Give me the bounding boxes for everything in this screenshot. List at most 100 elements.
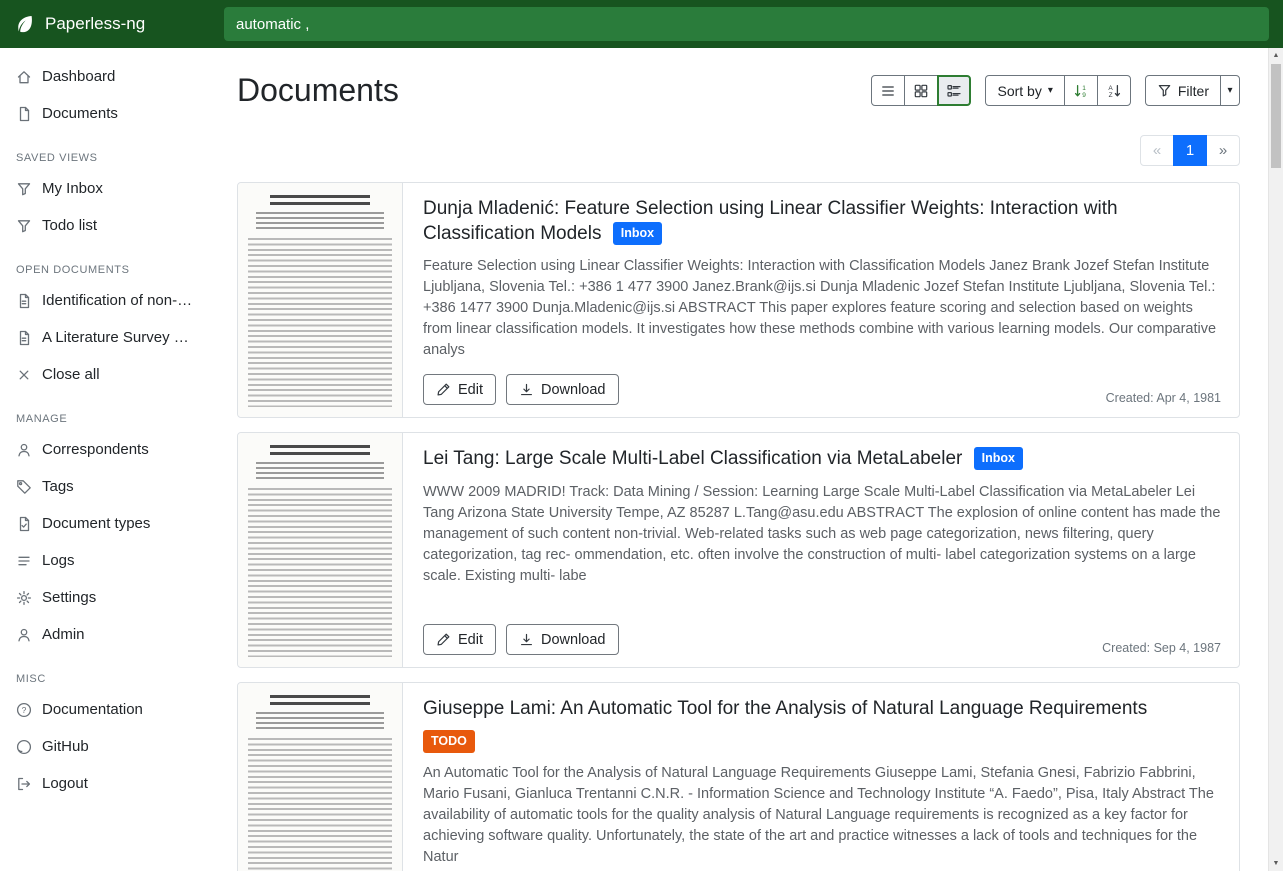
edit-button[interactable]: Edit <box>423 624 496 655</box>
download-button[interactable]: Download <box>506 624 619 655</box>
sidebar-item-open-document-2[interactable]: A Literature Survey on ... <box>0 319 212 356</box>
created-date: Created: Sep 4, 1987 <box>1102 641 1221 655</box>
funnel-icon <box>16 218 32 234</box>
document-title[interactable]: Dunja Mladenić: Feature Selection using … <box>423 197 1221 246</box>
misc-header: MISC <box>0 653 212 691</box>
thumbnail-title-lines <box>270 445 370 456</box>
edit-button[interactable]: Edit <box>423 374 496 405</box>
funnel-icon <box>16 181 32 197</box>
thumbnail-text-lines <box>248 238 392 407</box>
app-window: Paperless-ng Dashboard Documents SAVED V… <box>0 0 1283 871</box>
thumbnail-title-lines <box>270 195 370 206</box>
filter-button[interactable]: Filter <box>1145 75 1221 106</box>
sidebar-item-document-types[interactable]: Document types <box>0 505 212 542</box>
view-mode-toggle <box>871 75 971 106</box>
sort-by-dropdown[interactable]: Sort by ▾ <box>985 75 1064 106</box>
sidebar: Dashboard Documents SAVED VIEWS My Inbox… <box>0 48 212 871</box>
document-card: Giuseppe Lami: An Automatic Tool for the… <box>237 682 1240 871</box>
edit-label: Edit <box>458 632 483 648</box>
document-title-text: Giuseppe Lami: An Automatic Tool for the… <box>423 698 1147 719</box>
logout-icon <box>16 776 32 792</box>
tag-badge-todo[interactable]: TODO <box>423 730 475 753</box>
document-list: Dunja Mladenić: Feature Selection using … <box>237 182 1240 871</box>
sidebar-item-label: Logs <box>42 552 75 569</box>
sidebar-item-label: Admin <box>42 626 85 643</box>
scrollbar-thumb[interactable] <box>1271 64 1281 168</box>
filter-dropdown-toggle[interactable]: ▾ <box>1220 75 1240 106</box>
pencil-icon <box>436 382 451 397</box>
sidebar-item-close-all[interactable]: Close all <box>0 356 212 393</box>
grid-view-button[interactable] <box>904 75 938 106</box>
sidebar-item-label: Todo list <box>42 217 97 234</box>
sidebar-item-my-inbox[interactable]: My Inbox <box>0 170 212 207</box>
sidebar-item-label: My Inbox <box>42 180 103 197</box>
document-title-text: Lei Tang: Large Scale Multi-Label Classi… <box>423 448 962 469</box>
funnel-icon <box>1157 83 1172 98</box>
sidebar-item-logs[interactable]: Logs <box>0 542 212 579</box>
sidebar-item-label: A Literature Survey on ... <box>42 329 196 346</box>
pagination-page-1[interactable]: 1 <box>1173 135 1207 166</box>
document-title[interactable]: Giuseppe Lami: An Automatic Tool for the… <box>423 697 1221 753</box>
document-excerpt: An Automatic Tool for the Analysis of Na… <box>423 763 1221 868</box>
thumbnail-author-lines <box>256 712 384 730</box>
details-view-button[interactable] <box>937 75 971 106</box>
brand[interactable]: Paperless-ng <box>0 0 212 48</box>
sort-descending-button[interactable]: 19 <box>1064 75 1098 106</box>
document-title-text: Dunja Mladenić: Feature Selection using … <box>423 198 1118 244</box>
document-thumbnail[interactable] <box>238 433 403 667</box>
tag-badge-inbox[interactable]: Inbox <box>974 447 1023 470</box>
grid-view-icon <box>913 83 929 99</box>
sidebar-item-tags[interactable]: Tags <box>0 468 212 505</box>
app-title: Paperless-ng <box>45 14 145 34</box>
list-view-button[interactable] <box>871 75 905 106</box>
sort-controls: Sort by ▾ 19 AZ <box>985 75 1130 106</box>
scrollbar-up-arrow-icon[interactable]: ▲ <box>1269 48 1283 63</box>
person-icon <box>16 442 32 458</box>
pagination-next[interactable]: » <box>1206 135 1240 166</box>
sidebar-item-logout[interactable]: Logout <box>0 765 212 802</box>
filter-controls: Filter ▾ <box>1145 75 1240 106</box>
edit-label: Edit <box>458 382 483 398</box>
sidebar-item-settings[interactable]: Settings <box>0 579 212 616</box>
sidebar-item-admin[interactable]: Admin <box>0 616 212 653</box>
sidebar-item-label: Settings <box>42 589 96 606</box>
sidebar-item-label: Documentation <box>42 701 143 718</box>
sidebar-item-label: Correspondents <box>42 441 149 458</box>
scrollbar-down-arrow-icon[interactable]: ▼ <box>1269 856 1283 871</box>
document-thumbnail[interactable] <box>238 183 403 417</box>
saved-views-header: SAVED VIEWS <box>0 132 212 170</box>
sidebar-item-github[interactable]: GitHub <box>0 728 212 765</box>
sidebar-item-label: Identification of non-fu... <box>42 292 196 309</box>
svg-text:9: 9 <box>1082 91 1086 98</box>
svg-text:?: ? <box>22 705 27 715</box>
sidebar-item-dashboard[interactable]: Dashboard <box>0 58 212 95</box>
list-view-icon <box>880 83 896 99</box>
details-view-icon <box>946 83 962 99</box>
sidebar-item-open-document-1[interactable]: Identification of non-fu... <box>0 282 212 319</box>
document-thumbnail[interactable] <box>238 683 403 871</box>
tag-badge-inbox[interactable]: Inbox <box>613 222 662 245</box>
leaf-icon <box>14 13 36 35</box>
download-button[interactable]: Download <box>506 374 619 405</box>
sort-alphabetical-button[interactable]: AZ <box>1097 75 1131 106</box>
sidebar-item-label: GitHub <box>42 738 89 755</box>
sort-numeric-descending-icon: 19 <box>1073 83 1089 99</box>
sidebar-item-correspondents[interactable]: Correspondents <box>0 431 212 468</box>
search-input[interactable] <box>224 7 1269 41</box>
sidebar-item-documents[interactable]: Documents <box>0 95 212 132</box>
file-icon <box>16 293 32 309</box>
person-icon <box>16 627 32 643</box>
chevron-down-icon: ▾ <box>1227 86 1232 96</box>
pagination-previous[interactable]: « <box>1140 135 1174 166</box>
sidebar-item-todo-list[interactable]: Todo list <box>0 207 212 244</box>
dashboard-icon <box>16 69 32 85</box>
sidebar-item-documentation[interactable]: ? Documentation <box>0 691 212 728</box>
sidebar-item-label: Dashboard <box>42 68 115 85</box>
thumbnail-title-lines <box>270 695 370 706</box>
document-title[interactable]: Lei Tang: Large Scale Multi-Label Classi… <box>423 447 1221 472</box>
sidebar-item-label: Documents <box>42 105 118 122</box>
document-card: Lei Tang: Large Scale Multi-Label Classi… <box>237 432 1240 668</box>
list-icon <box>16 553 32 569</box>
vertical-scrollbar[interactable]: ▲ ▼ <box>1268 48 1283 871</box>
page-title: Documents <box>237 72 399 109</box>
